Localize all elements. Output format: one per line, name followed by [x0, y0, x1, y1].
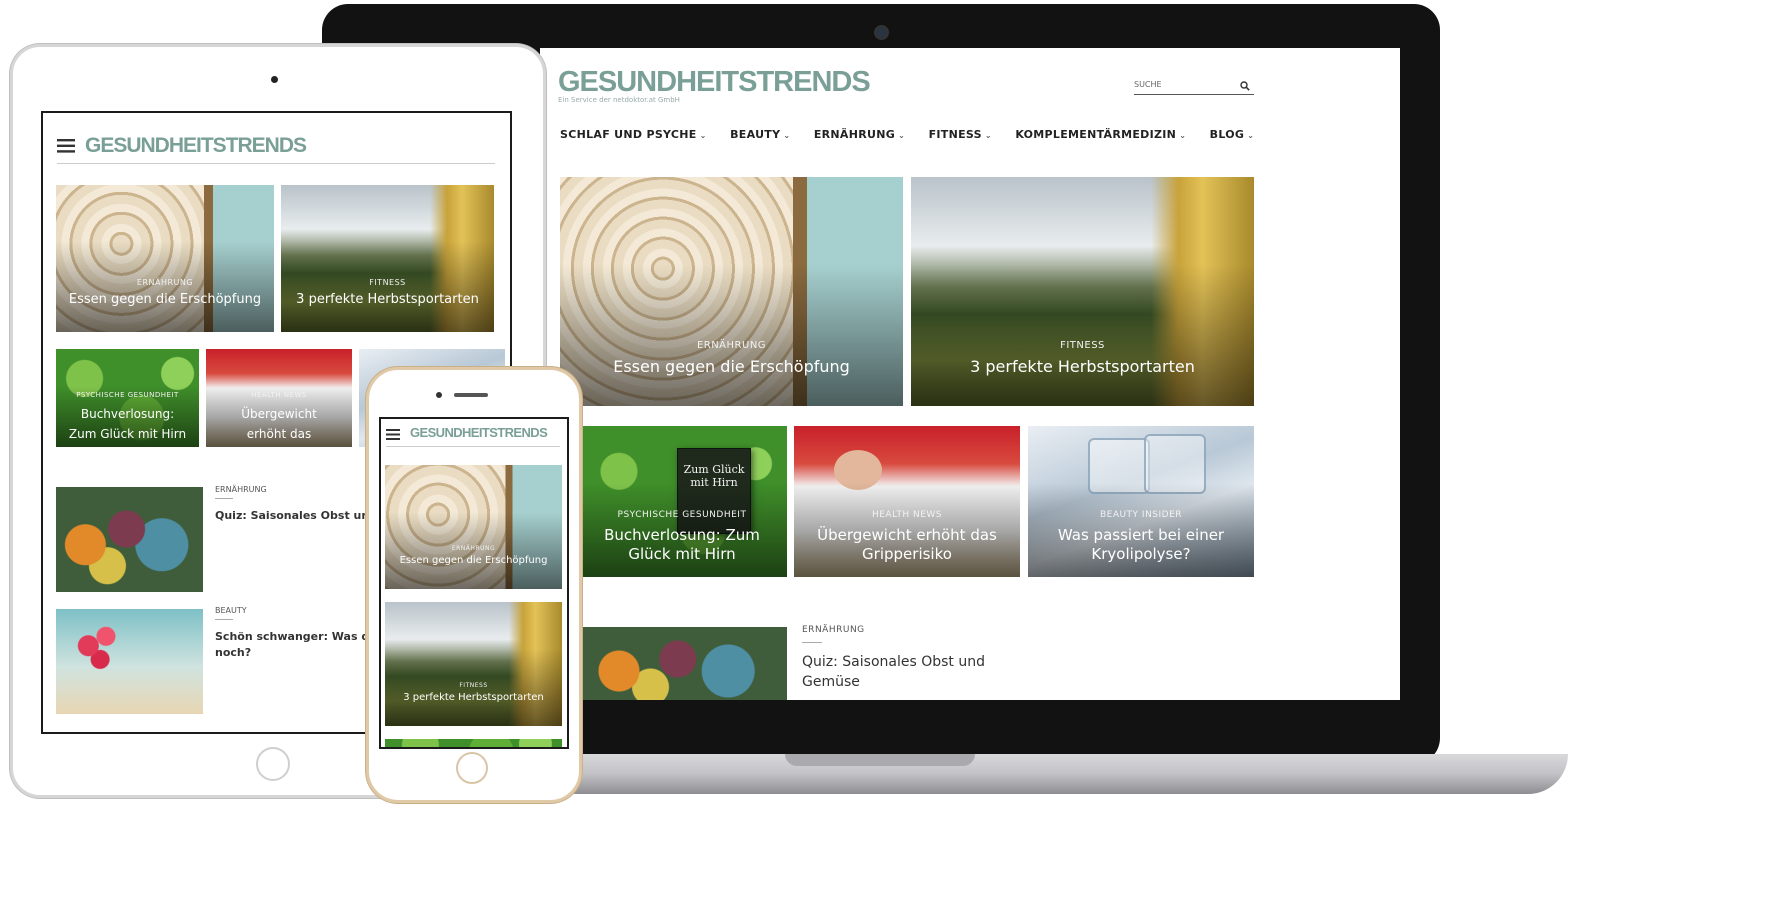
- laptop-screen: GESUNDHEITSTRENDS Ein Service der netdok…: [540, 48, 1400, 700]
- phone-secondary-card-preview[interactable]: [385, 739, 562, 747]
- search-box[interactable]: SUCHE: [1134, 79, 1254, 95]
- card-title-line-1[interactable]: Übergewicht: [206, 407, 352, 421]
- secondary-card-kryolipolyse[interactable]: BEAUTY INSIDER Was passiert bei einer Kr…: [1028, 426, 1254, 577]
- card-category: HEALTH NEWS: [251, 391, 307, 399]
- card-title[interactable]: 3 perfekte Herbstsportarten: [385, 692, 562, 703]
- card-title-line-2[interactable]: Zum Glück mit Hirn: [56, 427, 199, 441]
- search-input[interactable]: SUCHE: [1134, 80, 1162, 89]
- laptop-camera: [874, 25, 889, 40]
- card-title[interactable]: Buchverlosung: Zum Glück mit Hirn: [595, 526, 769, 564]
- search-icon[interactable]: [1240, 81, 1250, 91]
- card-overlay: [560, 264, 903, 406]
- tablet-list-title-line-1[interactable]: Schön schwanger: Was da: [215, 630, 377, 643]
- phone-featured-card-herbstsport[interactable]: FITNESS 3 perfekte Herbstsportarten: [385, 602, 562, 726]
- card-category: ERNÄHRUNG: [136, 278, 194, 287]
- card-title[interactable]: Was passiert bei einer Kryolipolyse?: [1046, 526, 1236, 564]
- card-category: FITNESS: [459, 682, 488, 689]
- hamburger-menu-icon[interactable]: [386, 429, 400, 440]
- hamburger-menu-icon[interactable]: [57, 139, 75, 153]
- list-item-image-quiz[interactable]: [577, 627, 787, 700]
- tablet-featured-card-essen[interactable]: ERNÄHRUNG Essen gegen die Erschöpfung: [56, 185, 274, 332]
- card-title[interactable]: Essen gegen die Erschöpfung: [560, 357, 903, 376]
- tablet-secondary-card-buchverlosung[interactable]: PSYCHISCHE GESUNDHEIT Buchverlosung: Zum…: [56, 349, 199, 447]
- card-title[interactable]: 3 perfekte Herbstsportarten: [911, 357, 1254, 376]
- phone-camera: [436, 392, 442, 398]
- card-title[interactable]: Übergewicht erhöht das Gripperisiko: [808, 526, 1006, 564]
- category-divider: [215, 498, 233, 499]
- category-divider: [215, 619, 233, 620]
- phone-screen: GESUNDHEITSTRENDS ERNÄHRUNG Essen gegen …: [379, 417, 569, 749]
- nav-item-ernaehrung[interactable]: ERNÄHRUNG ⌄: [814, 128, 905, 141]
- card-title[interactable]: Essen gegen die Erschöpfung: [385, 555, 562, 566]
- card-title-line-1[interactable]: Buchverlosung:: [56, 407, 199, 421]
- card-title[interactable]: Essen gegen die Erschöpfung: [56, 292, 274, 307]
- nav-item-blog[interactable]: BLOG ⌄: [1210, 128, 1255, 141]
- phone-speaker: [454, 393, 488, 397]
- phone-site-logo[interactable]: GESUNDHEITSTRENDS: [410, 425, 548, 440]
- tablet-list-category: ERNÄHRUNG: [215, 485, 267, 494]
- chevron-down-icon: ⌄: [783, 131, 791, 140]
- phone-home-button[interactable]: [456, 752, 488, 784]
- secondary-card-buchverlosung[interactable]: Zum Glück mit Hirn PSYCHISCHE GESUNDHEIT…: [577, 426, 787, 577]
- card-title-line-2[interactable]: erhöht das: [206, 427, 352, 441]
- chevron-down-icon: ⌄: [984, 131, 992, 140]
- laptop-hinge-notch: [785, 754, 975, 766]
- nav-item-komplementaermedizin[interactable]: KOMPLEMENTÄRMEDIZIN ⌄: [1015, 128, 1186, 141]
- tablet-list-image-quiz[interactable]: [56, 487, 203, 592]
- card-category: ERNÄHRUNG: [451, 545, 496, 552]
- tablet-home-button[interactable]: [256, 747, 290, 781]
- header-divider: [57, 163, 495, 164]
- card-overlay: [911, 264, 1254, 406]
- tablet-featured-card-herbstsport[interactable]: FITNESS 3 perfekte Herbstsportarten: [281, 185, 494, 332]
- card-category: FITNESS: [1060, 340, 1105, 351]
- featured-card-herbstsport[interactable]: FITNESS 3 perfekte Herbstsportarten: [911, 177, 1254, 406]
- phone-featured-card-essen[interactable]: ERNÄHRUNG Essen gegen die Erschöpfung: [385, 465, 562, 589]
- tablet-secondary-card-uebergewicht[interactable]: HEALTH NEWS Übergewicht erhöht das: [206, 349, 352, 447]
- nav-item-beauty[interactable]: BEAUTY ⌄: [730, 128, 790, 141]
- secondary-card-uebergewicht[interactable]: HEALTH NEWS Übergewicht erhöht das Gripp…: [794, 426, 1020, 577]
- tablet-list-category: BEAUTY: [215, 606, 247, 615]
- chevron-down-icon: ⌄: [898, 131, 906, 140]
- list-item-title[interactable]: Quiz: Saisonales Obst und Gemüse: [802, 652, 1002, 692]
- list-item-category: ERNÄHRUNG: [802, 625, 865, 635]
- nav-item-schlaf-und-psyche[interactable]: SCHLAF UND PSYCHE ⌄: [560, 128, 707, 141]
- chevron-down-icon: ⌄: [699, 131, 707, 140]
- site-tagline: Ein Service der netdoktor.at GmbH: [558, 96, 680, 104]
- chevron-down-icon: ⌄: [1179, 131, 1187, 140]
- featured-card-essen[interactable]: ERNÄHRUNG Essen gegen die Erschöpfung: [560, 177, 903, 406]
- card-category: PSYCHISCHE GESUNDHEIT: [617, 510, 747, 520]
- card-title[interactable]: 3 perfekte Herbstsportarten: [281, 292, 494, 307]
- tablet-list-image-beauty[interactable]: [56, 609, 203, 714]
- tablet-site-logo[interactable]: GESUNDHEITSTRENDS: [85, 134, 307, 158]
- tablet-list-title-line-2[interactable]: noch?: [215, 646, 251, 659]
- card-category: BEAUTY INSIDER: [1099, 510, 1183, 520]
- card-category: FITNESS: [369, 278, 406, 287]
- card-category: HEALTH NEWS: [871, 510, 943, 520]
- card-category: ERNÄHRUNG: [696, 340, 767, 351]
- main-nav: SCHLAF UND PSYCHE ⌄ BEAUTY ⌄ ERNÄHRUNG ⌄ FI…: [560, 125, 1273, 143]
- tablet-camera: [271, 76, 278, 83]
- site-logo[interactable]: GESUNDHEITSTRENDS: [558, 66, 871, 99]
- chevron-down-icon: ⌄: [1247, 131, 1255, 140]
- header-divider: [386, 446, 560, 447]
- nav-item-fitness[interactable]: FITNESS ⌄: [929, 128, 992, 141]
- category-divider: [802, 642, 822, 643]
- tablet-list-title[interactable]: Quiz: Saisonales Obst und: [215, 509, 377, 522]
- card-category: PSYCHISCHE GESUNDHEIT: [76, 391, 179, 399]
